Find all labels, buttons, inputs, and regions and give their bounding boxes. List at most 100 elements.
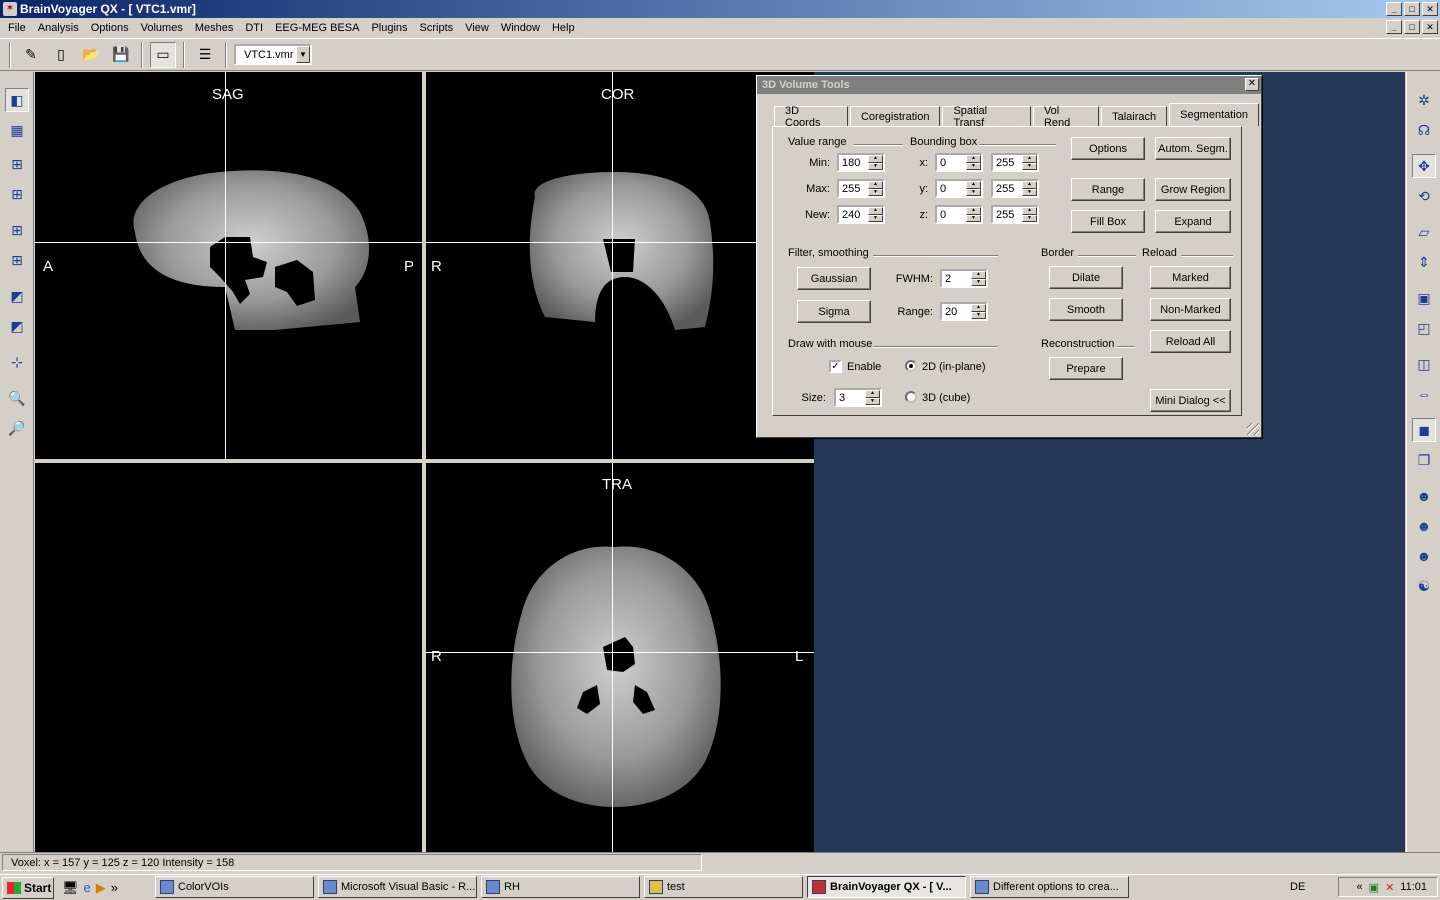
surface-render-icon[interactable]: ✲ [1412,88,1436,112]
spin-down-icon[interactable]: ▼ [971,311,986,319]
menu-meshes[interactable]: Meshes [189,22,240,34]
document-select[interactable]: VTC1.vmr ▼ [234,44,312,65]
min-spinbox[interactable]: 180 ▲ ▼ [837,153,885,172]
window-layout-icon[interactable]: ▭ [150,41,176,68]
close-button[interactable]: ✕ [1422,2,1438,16]
zoom-in-icon[interactable]: 🔍 [5,386,29,410]
autom-segm-button[interactable]: Autom. Segm. [1155,137,1231,160]
tab-segmentation[interactable]: Segmentation [1169,103,1259,126]
tab-vol-rend[interactable]: Vol Rend [1032,105,1100,129]
menu-scripts[interactable]: Scripts [414,22,460,34]
bbox-x-from-spinbox[interactable]: 0 ▲ ▼ [935,153,983,172]
tab-coregistration[interactable]: Coregistration [849,106,941,126]
spin-down-icon[interactable]: ▼ [1022,188,1037,196]
bbox-x-to-spinbox[interactable]: 255 ▲ ▼ [991,153,1039,172]
spin-up-icon[interactable]: ▲ [868,181,883,189]
filter-range-spinbox[interactable]: 20 ▲ ▼ [940,302,988,321]
frame-rotate-icon[interactable]: ◰ [1412,316,1436,340]
head-view-green-icon[interactable]: ☻ [1412,544,1436,568]
spin-up-icon[interactable]: ▲ [1022,155,1037,163]
document-restore-button[interactable]: □ [1404,20,1420,34]
save-disk-icon[interactable]: 💾 [108,42,134,68]
quick-launch-more[interactable]: » [111,880,118,896]
sag-cor-view-icon[interactable]: ⊞ [5,218,29,242]
list-sort-icon[interactable]: ☰ [192,42,218,68]
spin-up-icon[interactable]: ▲ [966,155,981,163]
volume-cube-icon[interactable]: ◧ [5,88,29,112]
spin-up-icon[interactable]: ▲ [971,304,986,312]
window-titlebar[interactable]: ✶ BrainVoyager QX - [ VTC1.vmr] _ □ ✕ [0,0,1440,18]
dialog-close-button[interactable]: ✕ [1245,78,1259,91]
dialog-titlebar[interactable]: 3D Volume Tools ✕ [757,76,1261,94]
spin-up-icon[interactable]: ▲ [966,207,981,215]
grow-region-button[interactable]: Grow Region [1155,178,1231,201]
plane-move-icon[interactable]: ⇔ [1412,382,1436,406]
network-icon[interactable]: ▣ [1369,881,1379,894]
document-close-button[interactable]: ✕ [1422,20,1438,34]
cubes-icon[interactable]: ❐ [1412,448,1436,472]
show-desktop-icon[interactable]: 🖥 [62,880,79,896]
open-folder-icon[interactable]: 📂 [78,42,104,68]
draw-2d-radio[interactable] [905,360,917,372]
sigma-button[interactable]: Sigma [797,300,871,323]
start-button[interactable]: Start [2,876,54,899]
reload-all-button[interactable]: Reload All [1150,330,1231,353]
resize-grip[interactable] [1247,423,1259,435]
slice-tool-alt-icon[interactable]: ◩ [5,314,29,338]
dilate-button[interactable]: Dilate [1049,266,1123,289]
max-spinbox[interactable]: 255 ▲ ▼ [837,179,885,198]
spin-up-icon[interactable]: ▲ [1022,181,1037,189]
slice-tool-icon[interactable]: ◩ [5,284,29,308]
gaussian-button[interactable]: Gaussian [797,267,871,290]
magic-wand-icon[interactable]: ✎ [18,42,44,68]
range-button[interactable]: Range [1071,178,1145,201]
head-view-pair-icon[interactable]: ☯ [1412,574,1436,598]
internet-explorer-icon[interactable]: e [84,880,91,896]
tray-expand-button[interactable]: « [1357,881,1363,893]
brainvoyager-app-icon[interactable]: ✶ [3,2,17,16]
bbox-z-to-spinbox[interactable]: 255 ▲ ▼ [991,205,1039,224]
document-minimize-button[interactable]: _ [1386,20,1402,34]
spin-down-icon[interactable]: ▼ [966,188,981,196]
spin-up-icon[interactable]: ▲ [868,207,883,215]
tab-3d-coords[interactable]: 3D Coords [774,105,848,129]
menu-window[interactable]: Window [495,22,546,34]
taskbar-item-test[interactable]: test [644,876,803,898]
grid-view-icon[interactable]: ▦ [5,118,29,142]
menu-options[interactable]: Options [85,22,135,34]
multiplanar-view-icon[interactable]: ⊞ [5,152,29,176]
spin-up-icon[interactable]: ▲ [868,155,883,163]
marked-button[interactable]: Marked [1150,266,1231,289]
fill-box-button[interactable]: Fill Box [1071,210,1145,233]
spin-up-icon[interactable]: ▲ [1022,207,1037,215]
cube-icon[interactable]: ◼ [1412,418,1436,442]
head-view-2-icon[interactable]: ☻ [1412,514,1436,538]
brush-size-spinbox[interactable]: 3 ▲ ▼ [834,388,882,407]
draw-3d-radio[interactable] [905,391,917,403]
prepare-button[interactable]: Prepare [1049,357,1123,380]
multiplanar-3d-icon[interactable]: ⊞ [5,182,29,206]
taskbar-item-brainvoyager[interactable]: BrainVoyager QX - [ V... [807,876,966,898]
maximize-button[interactable]: □ [1404,2,1420,16]
spin-down-icon[interactable]: ▼ [868,162,883,170]
spin-up-icon[interactable]: ▲ [971,271,986,279]
crosshair-icon[interactable]: ⊹ [5,350,29,374]
spin-down-icon[interactable]: ▼ [868,214,883,222]
head-render-icon[interactable]: ☊ [1412,118,1436,142]
language-indicator[interactable]: DE [1290,881,1305,893]
media-player-icon[interactable]: ▶ [96,880,106,896]
mini-dialog-button[interactable]: Mini Dialog << [1150,389,1231,412]
plane-icon[interactable]: ◫ [1412,352,1436,376]
spin-down-icon[interactable]: ▼ [868,188,883,196]
taskbar-item-browser[interactable]: Different options to crea... [970,876,1129,898]
rotate-3d-icon[interactable]: ⟲ [1412,184,1436,208]
menu-view[interactable]: View [459,22,495,34]
slice-plane-icon[interactable]: ▱ [1412,220,1436,244]
move-arrows-icon[interactable]: ✥ [1412,154,1436,178]
spin-down-icon[interactable]: ▼ [865,397,880,405]
minimize-button[interactable]: _ [1386,2,1402,16]
bbox-z-from-spinbox[interactable]: 0 ▲ ▼ [935,205,983,224]
bbox-y-from-spinbox[interactable]: 0 ▲ ▼ [935,179,983,198]
head-view-1-icon[interactable]: ☻ [1412,484,1436,508]
menu-dti[interactable]: DTI [239,22,269,34]
